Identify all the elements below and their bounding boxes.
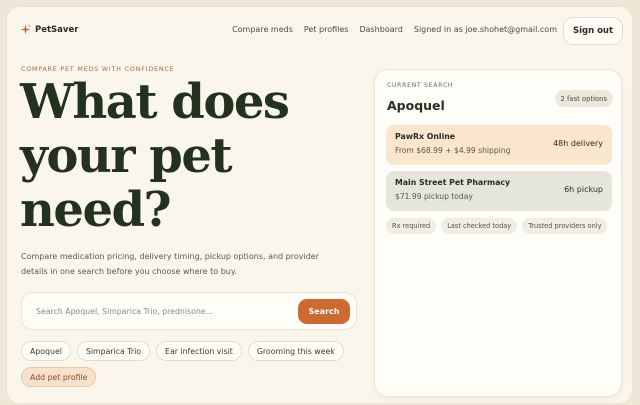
hero-eyebrow: COMPARE PET MEDS WITH CONFIDENCE (21, 66, 175, 73)
current-search-panel: CURRENT SEARCH Apoquel 2 fast options Pa… (374, 69, 622, 397)
option-price: From $68.99 + $4.99 shipping (395, 146, 511, 155)
nav-dashboard[interactable]: Dashboard (359, 25, 402, 34)
add-pet-profile-button[interactable]: Add pet profile (21, 367, 97, 387)
chip-grooming-this-week[interactable]: Grooming this week (247, 341, 344, 361)
search-button[interactable]: Search (298, 299, 350, 324)
panel-label: CURRENT SEARCH (387, 82, 454, 89)
tag-rx-required: Rx required (386, 218, 437, 234)
nav-pet-profiles[interactable]: Pet profiles (304, 25, 349, 34)
search-input[interactable] (36, 304, 286, 318)
sparkle-icon (20, 24, 31, 35)
quick-chips: Apoquel Simparica Trio Ear infection vis… (21, 341, 361, 387)
search-tags: Rx required Last checked today Trusted p… (386, 218, 612, 234)
option-name: Main Street Pet Pharmacy (395, 178, 511, 187)
option-price: $71.99 pickup today (395, 192, 473, 201)
tag-trusted-providers: Trusted providers only (522, 218, 608, 234)
brand-name: PetSaver (35, 24, 79, 35)
fast-options-badge: 2 fast options (554, 90, 613, 107)
hero-subtitle: Compare medication pricing, delivery tim… (21, 252, 319, 276)
signed-in-label: Signed in as joe.shohet@gmail.com (413, 25, 557, 34)
option-pawrx-online[interactable]: PawRx Online From $68.99 + $4.99 shippin… (386, 125, 612, 165)
chip-simparica-trio[interactable]: Simparica Trio (76, 341, 151, 361)
nav-compare-meds[interactable]: Compare meds (232, 25, 293, 34)
brand-logo[interactable]: PetSaver (20, 24, 78, 35)
top-nav: Compare meds Pet profiles Dashboard Sign… (232, 25, 557, 34)
option-eta: 6h pickup (564, 185, 603, 194)
chip-ear-infection-visit[interactable]: Ear infection visit (156, 341, 242, 361)
app-window: PetSaver Compare meds Pet profiles Dashb… (6, 6, 633, 404)
option-main-street-pet-pharmacy[interactable]: Main Street Pet Pharmacy $71.99 pickup t… (386, 171, 612, 211)
tag-last-checked: Last checked today (441, 218, 518, 234)
option-eta: 48h delivery (553, 139, 603, 148)
panel-title: Apoquel (387, 98, 445, 113)
sign-out-button[interactable]: Sign out (563, 17, 623, 45)
option-name: PawRx Online (395, 132, 456, 141)
search-bar: Search (21, 292, 357, 330)
chip-apoquel[interactable]: Apoquel (21, 341, 71, 361)
hero-headline: What does your pet need? (20, 74, 290, 238)
